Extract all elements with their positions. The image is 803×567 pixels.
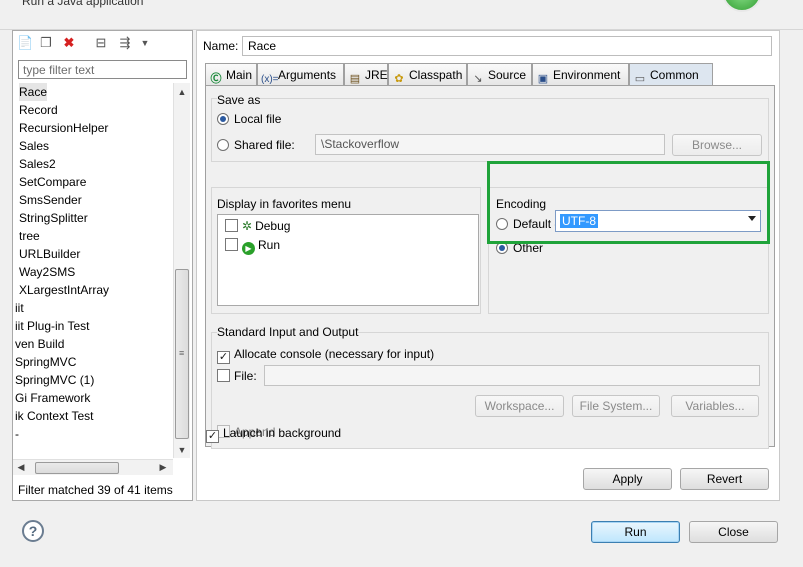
file-input[interactable] — [264, 365, 760, 386]
scroll-down-icon[interactable]: ▼ — [174, 445, 190, 455]
list-item[interactable]: iit — [15, 299, 24, 317]
list-item[interactable]: URLBuilder — [19, 245, 80, 263]
common-tab-icon: ▭ — [634, 73, 646, 85]
run-checkbox[interactable] — [225, 238, 238, 251]
list-item[interactable]: Way2SMS — [19, 263, 75, 281]
favorites-list: ✲ Debug ▶ Run — [217, 214, 479, 306]
list-item[interactable]: Record — [19, 101, 58, 119]
browse-button[interactable]: Browse... — [672, 134, 762, 156]
help-icon[interactable]: ? — [22, 520, 44, 542]
allocate-console-option[interactable]: ✓ Allocate console (necessary for input) — [217, 347, 434, 364]
list-item[interactable]: XLargestIntArray — [19, 281, 109, 299]
main-tab-icon: Ⓒ — [210, 73, 222, 85]
hscroll-thumb[interactable] — [35, 462, 119, 474]
tab-environment[interactable]: ▣ Environment — [532, 63, 629, 85]
run-icon: ▶ — [242, 242, 255, 255]
stdio-title: Standard Input and Output — [217, 325, 359, 339]
list-horizontal-scrollbar[interactable]: ◀ ▶ — [13, 459, 173, 475]
tab-arguments[interactable]: (x)=Arguments — [257, 63, 344, 85]
filter-input[interactable]: type filter text — [18, 60, 187, 79]
tree-toolbar: 📄 ❐ ✖ ⊟ ⇶ ▼ — [13, 31, 192, 55]
delete-config-icon[interactable]: ✖ — [61, 35, 77, 51]
allocate-console-checkbox[interactable]: ✓ — [217, 351, 230, 364]
new-config-icon[interactable]: 📄 — [17, 35, 33, 51]
scroll-up-icon[interactable]: ▲ — [174, 87, 190, 97]
list-item[interactable]: Race — [19, 83, 48, 101]
window-title: Run a Java application — [22, 0, 144, 8]
shared-file-input[interactable]: \Stackoverflow — [315, 134, 665, 155]
local-file-option[interactable]: Local file — [217, 112, 281, 126]
list-item[interactable]: iit Plug-in Test — [15, 317, 89, 335]
tab-main[interactable]: Ⓒ Main — [205, 63, 257, 85]
launch-background-checkbox[interactable]: ✓ — [206, 430, 219, 443]
window-title-bar: Run a Java application — [0, 0, 803, 30]
list-item[interactable]: Gi Framework — [15, 389, 90, 407]
list-vertical-scrollbar[interactable]: ▲ ≡ ▼ — [173, 83, 190, 458]
tab-source[interactable]: ↘ Source — [467, 63, 532, 85]
file-system-button[interactable]: File System... — [572, 395, 660, 417]
save-as-title: Save as — [217, 93, 261, 107]
list-item[interactable]: SmsSender — [19, 191, 82, 209]
scroll-right-icon[interactable]: ▶ — [155, 462, 171, 473]
list-item[interactable]: Sales — [19, 137, 49, 155]
debug-icon: ✲ — [242, 219, 253, 233]
shared-file-option[interactable]: Shared file: — [217, 138, 295, 152]
filter-config-icon[interactable]: ⇶ — [117, 35, 133, 51]
list-item[interactable]: ik Context Test — [15, 407, 93, 425]
list-item[interactable]: SpringMVC — [15, 353, 76, 371]
list-item[interactable]: Sales2 — [19, 155, 56, 173]
environment-tab-icon: ▣ — [537, 73, 549, 85]
apply-button[interactable]: Apply — [583, 468, 672, 490]
save-as-group: Save as Local file Shared file: \Stackov… — [211, 93, 769, 162]
list-item[interactable]: - — [15, 425, 19, 443]
launch-config-tree-panel: 📄 ❐ ✖ ⊟ ⇶ ▼ type filter text Race Record R… — [12, 30, 193, 501]
local-file-radio[interactable] — [217, 113, 229, 125]
revert-button[interactable]: Revert — [680, 468, 769, 490]
list-item[interactable]: RecursionHelper — [19, 119, 108, 137]
list-item[interactable]: SetCompare — [19, 173, 86, 191]
variables-button[interactable]: Variables... — [671, 395, 759, 417]
filter-status-text: Filter matched 39 of 41 items — [18, 483, 173, 497]
tab-strip: Ⓒ Main (x)=Arguments ▤ JRE ✿ Classpath ↘ Sou… — [205, 63, 773, 86]
shared-file-radio[interactable] — [217, 139, 229, 151]
collapse-all-icon[interactable]: ⊟ — [93, 35, 109, 51]
favorites-title: Display in favorites menu — [217, 197, 352, 211]
favorites-group: Display in favorites menu ✲ Debug ▶ Run — [211, 187, 481, 314]
config-editor-panel: Name: Race Ⓒ Main (x)=Arguments ▤ JRE ✿ Cla… — [196, 30, 780, 501]
list-item[interactable]: ven Build — [15, 335, 64, 353]
file-option[interactable]: File: — [217, 369, 257, 383]
classpath-tab-icon: ✿ — [394, 73, 404, 85]
favorite-debug-item[interactable]: ✲ Debug — [225, 219, 290, 233]
name-label: Name: — [203, 39, 239, 53]
jre-tab-icon: ▤ — [349, 73, 361, 85]
tab-classpath[interactable]: ✿ Classpath — [388, 63, 467, 85]
file-checkbox[interactable] — [217, 369, 230, 382]
name-input[interactable]: Race — [242, 36, 772, 56]
workspace-button[interactable]: Workspace... — [475, 395, 564, 417]
duplicate-config-icon[interactable]: ❐ — [38, 35, 54, 51]
run-app-icon — [722, 0, 762, 12]
config-list: Race Record RecursionHelper Sales Sales2 SetC… — [13, 83, 175, 458]
common-tab-content: Save as Local file Shared file: \Stackov… — [205, 85, 775, 449]
close-button[interactable]: Close — [689, 521, 778, 543]
launch-background-option[interactable]: ✓ Launch in background — [206, 426, 341, 443]
view-menu-chevron-down-icon[interactable]: ▼ — [137, 35, 153, 51]
list-item[interactable]: tree — [19, 227, 40, 245]
debug-checkbox[interactable] — [225, 219, 238, 232]
tab-jre[interactable]: ▤ JRE — [344, 63, 388, 85]
run-button[interactable]: Run — [591, 521, 680, 543]
favorite-run-item[interactable]: ▶ Run — [225, 238, 280, 255]
scroll-thumb[interactable]: ≡ — [175, 269, 189, 439]
tab-common[interactable]: ▭ Common — [629, 63, 713, 86]
list-item[interactable]: SpringMVC (1) — [15, 371, 94, 389]
encoding-highlight-box — [487, 161, 770, 244]
list-item[interactable]: StringSplitter — [19, 209, 88, 227]
source-tab-icon: ↘ — [473, 73, 483, 85]
scroll-left-icon[interactable]: ◀ — [13, 462, 29, 473]
